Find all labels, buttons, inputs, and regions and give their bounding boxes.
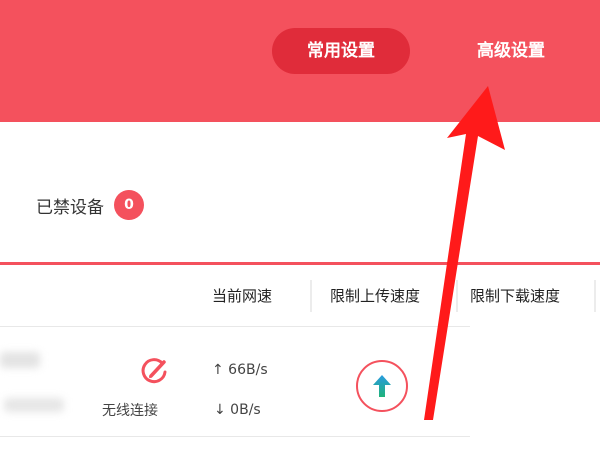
edit-icon[interactable]: [138, 354, 172, 388]
top-header: 常用设置 高级设置: [0, 0, 600, 122]
upload-arrow-icon: [373, 375, 391, 397]
column-header-upload-limit: 限制上传速度: [330, 287, 421, 305]
row-divider: [0, 436, 470, 437]
blocked-devices-label: 已禁设备: [36, 197, 104, 218]
row-divider: [0, 326, 470, 327]
connection-type: 无线连接: [102, 403, 158, 419]
device-detail-blurred: [4, 398, 64, 412]
device-name-blurred: [0, 352, 40, 368]
column-header-current-speed: 当前网速: [212, 287, 273, 305]
blocked-count-badge: 0: [114, 190, 144, 220]
tab-common-settings[interactable]: 常用设置: [272, 28, 410, 74]
blocked-devices[interactable]: 已禁设备 0: [36, 190, 144, 220]
upload-limit-button[interactable]: [356, 360, 408, 412]
tab-advanced-settings[interactable]: 高级设置: [452, 28, 570, 74]
download-speed: ↓ 0B/s: [214, 402, 261, 418]
column-separator: [310, 280, 312, 312]
upload-speed: ↑ 66B/s: [212, 362, 268, 378]
column-separator: [456, 280, 458, 312]
column-header-download-limit: 限制下载速度: [470, 287, 561, 305]
column-separator: [594, 280, 596, 312]
table-divider: [0, 262, 600, 265]
